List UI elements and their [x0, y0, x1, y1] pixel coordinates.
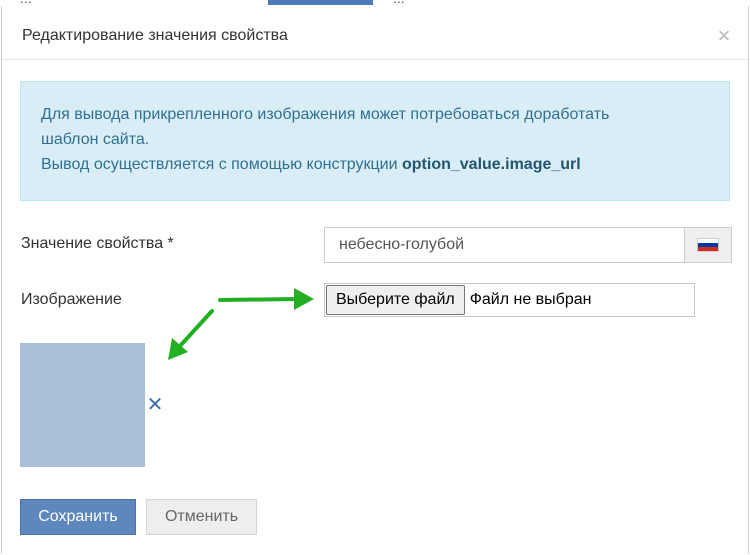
cancel-button[interactable]: Отменить — [146, 499, 257, 535]
info-alert: Для вывода прикрепленного изображения мо… — [20, 81, 730, 201]
choose-file-button[interactable]: Выберите файл — [326, 285, 465, 315]
dialog-title: Редактирование значения свойства — [22, 27, 288, 44]
save-button[interactable]: Сохранить — [20, 499, 136, 535]
alert-line-3: Вывод осуществляется с помощью конструкц… — [41, 152, 709, 177]
remove-image-icon[interactable]: ✕ — [146, 395, 164, 415]
close-icon[interactable]: × — [712, 24, 736, 48]
image-file-input[interactable]: Выберите файл Файл не выбран — [324, 283, 695, 317]
file-status-text: Файл не выбран — [469, 291, 592, 308]
image-thumbnail — [20, 343, 145, 467]
image-label: Изображение — [21, 291, 122, 308]
flag-stripe — [698, 247, 718, 251]
alert-code: option_value.image_url — [402, 156, 581, 173]
language-selector[interactable] — [684, 227, 732, 263]
alert-line-2: шаблон сайта. — [41, 131, 150, 148]
header-divider — [2, 59, 748, 60]
background-button — [268, 0, 373, 5]
property-value-input[interactable] — [324, 227, 684, 263]
alert-line-3-prefix: Вывод осуществляется с помощью конструкц… — [41, 156, 398, 173]
alert-line-1: Для вывода прикрепленного изображения мо… — [41, 106, 610, 123]
property-value-input-group — [324, 227, 732, 263]
property-value-label: Значение свойства * — [21, 235, 174, 252]
flag-ru-icon — [698, 239, 718, 251]
